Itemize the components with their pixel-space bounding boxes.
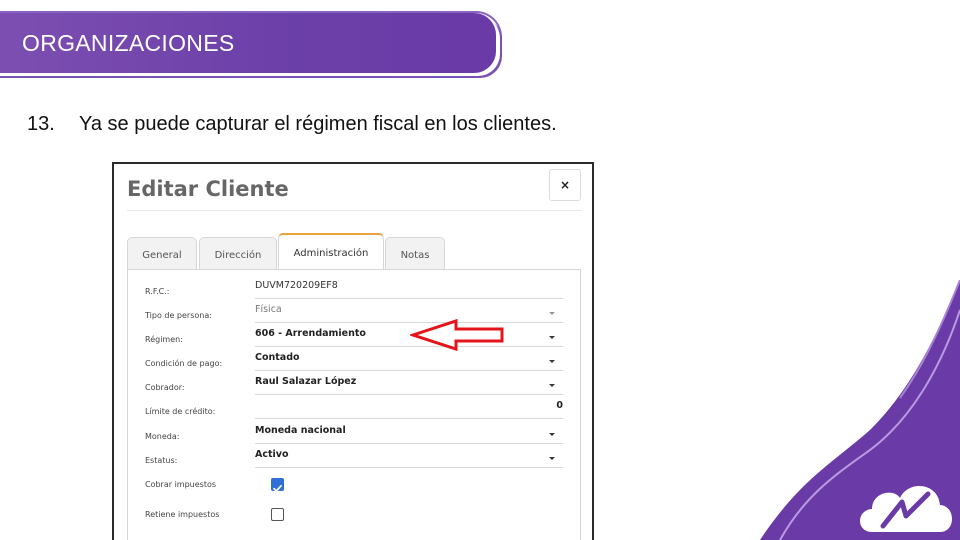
tab-direccion[interactable]: Dirección bbox=[199, 237, 277, 270]
modal-title: Editar Cliente bbox=[127, 177, 289, 201]
cobrador-row: Cobrador: Raul Salazar López bbox=[128, 373, 582, 397]
condicion-pago-row: Condición de pago: Contado bbox=[128, 349, 582, 373]
section-title: ORGANIZACIONES bbox=[22, 30, 235, 56]
moneda-select[interactable]: Moneda nacional bbox=[255, 425, 346, 436]
estatus-label: Estatus: bbox=[145, 456, 178, 465]
tab-administracion[interactable]: Administración bbox=[278, 233, 384, 269]
checkmark-icon bbox=[273, 484, 282, 492]
moneda-label: Moneda: bbox=[145, 432, 180, 441]
chevron-down-icon bbox=[549, 457, 555, 460]
retiene-impuestos-checkbox[interactable] bbox=[271, 508, 284, 521]
condicion-pago-label: Condición de pago: bbox=[145, 359, 223, 368]
tab-notas[interactable]: Notas bbox=[385, 237, 445, 270]
retiene-impuestos-label: Retiene impuestos bbox=[145, 510, 220, 519]
red-arrow-annotation bbox=[410, 318, 504, 352]
chevron-down-icon bbox=[549, 433, 555, 436]
chevron-down-icon bbox=[549, 384, 555, 387]
rfc-underline bbox=[255, 298, 563, 299]
condicion-pago-select[interactable]: Contado bbox=[255, 352, 300, 363]
chevron-down-icon bbox=[549, 312, 555, 315]
retiene-impuestos-row: Retiene impuestos bbox=[128, 500, 582, 524]
tipo-persona-row: Tipo de persona: Física bbox=[128, 301, 582, 325]
limite-credito-input[interactable]: 0 bbox=[508, 400, 563, 411]
estatus-select[interactable]: Activo bbox=[255, 449, 289, 460]
chevron-down-icon bbox=[549, 360, 555, 363]
close-button[interactable]: × bbox=[549, 169, 581, 201]
step-instruction: 13. Ya se puede capturar el régimen fisca… bbox=[27, 113, 557, 136]
regimen-select[interactable]: 606 - Arrendamiento bbox=[255, 328, 366, 339]
moneda-underline bbox=[255, 443, 563, 444]
step-text: Ya se puede capturar el régimen fiscal e… bbox=[79, 113, 557, 135]
cobrar-impuestos-label: Cobrar impuestos bbox=[145, 480, 217, 489]
tab-general[interactable]: General bbox=[127, 237, 197, 270]
cobrador-underline bbox=[255, 394, 563, 395]
regimen-label: Régimen: bbox=[145, 335, 183, 344]
step-number: 13. bbox=[27, 113, 55, 135]
limite-credito-underline bbox=[255, 418, 563, 419]
tipo-persona-underline bbox=[255, 322, 563, 323]
rfc-label: R.F.C.: bbox=[145, 287, 170, 296]
estatus-underline bbox=[255, 467, 563, 468]
condicion-pago-underline bbox=[255, 370, 563, 371]
cobrador-label: Cobrador: bbox=[145, 383, 185, 392]
administration-panel: R.F.C.: DUVM720209EF8 Tipo de persona: F… bbox=[127, 269, 581, 540]
title-divider bbox=[127, 210, 581, 211]
regimen-row: Régimen: 606 - Arrendamiento bbox=[128, 325, 582, 349]
edit-client-modal: Editar Cliente × General Dirección Admin… bbox=[112, 162, 594, 540]
corner-decoration bbox=[760, 280, 960, 540]
rfc-input[interactable]: DUVM720209EF8 bbox=[255, 280, 338, 291]
limite-credito-label: Límite de crédito: bbox=[145, 407, 216, 416]
cobrar-impuestos-checkbox[interactable] bbox=[271, 478, 284, 492]
tipo-persona-select[interactable]: Física bbox=[255, 304, 282, 315]
tipo-persona-label: Tipo de persona: bbox=[145, 311, 212, 320]
chevron-down-icon bbox=[549, 336, 555, 339]
limite-credito-row: Límite de crédito: 0 bbox=[128, 397, 582, 421]
cobrador-select[interactable]: Raul Salazar López bbox=[255, 376, 356, 387]
moneda-row: Moneda: Moneda nacional bbox=[128, 422, 582, 446]
estatus-row: Estatus: Activo bbox=[128, 446, 582, 470]
cobrar-impuestos-row: Cobrar impuestos bbox=[128, 470, 582, 494]
regimen-underline bbox=[255, 346, 563, 347]
rfc-row: R.F.C.: DUVM720209EF8 bbox=[128, 277, 582, 301]
